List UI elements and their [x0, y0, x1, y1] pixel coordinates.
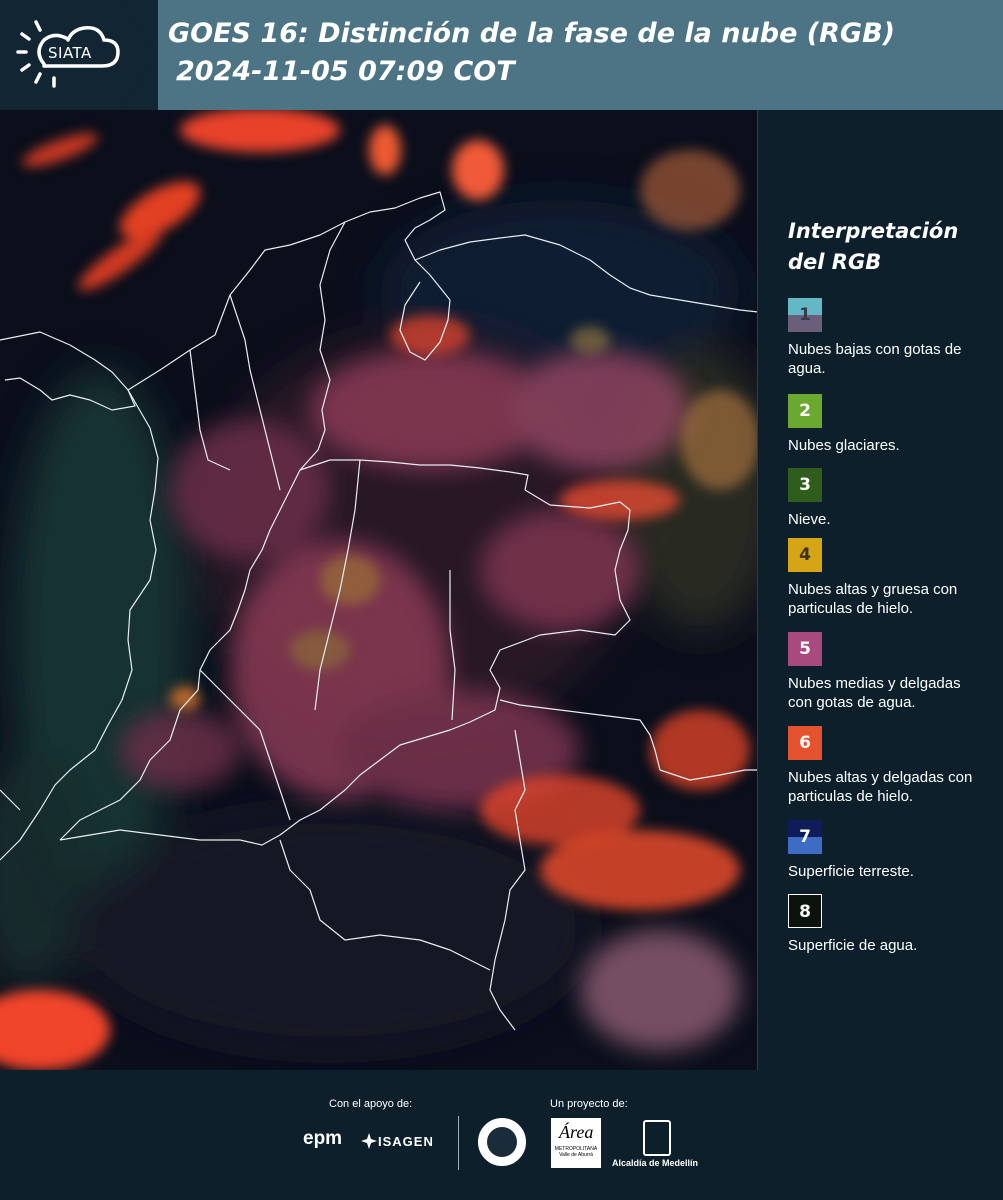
isagen-logo: ISAGEN — [378, 1134, 434, 1149]
legend-title-line1: Interpretación — [788, 219, 959, 243]
legend-swatch-6: 6 — [788, 726, 822, 760]
legend-label-4: Nubes altas y gruesa con particulas de h… — [788, 581, 958, 617]
legend-label-6: Nubes altas y delgadas con particulas de… — [788, 769, 973, 805]
legend-number-4: 4 — [799, 545, 811, 565]
legend-swatch-1: 1 — [788, 298, 822, 332]
area-logo-subtext: METROPOLITANA Valle de Aburrá — [554, 1146, 598, 1158]
legend-item-7: 7 Superficie terreste. — [788, 820, 998, 881]
siata-logo-text: SIATA — [48, 44, 92, 62]
legend-item-1: 1 Nubes bajas con gotas de agua. — [788, 298, 998, 378]
area-logo-text: Área — [559, 1122, 594, 1142]
epm-logo: epm — [303, 1128, 343, 1149]
legend-swatch-8: 8 — [788, 894, 822, 928]
legend-label-2: Nubes glaciares. — [788, 437, 900, 454]
legend-item-2: 2 Nubes glaciares. — [788, 394, 998, 455]
legend-label-3: Nieve. — [788, 511, 831, 528]
page-title: GOES 16: Distinción de la fase de la nub… — [168, 18, 895, 49]
legend-item-5: 5 Nubes medias y delgadas con gotas de a… — [788, 632, 998, 712]
legend-panel: Interpretación del RGB 1 Nubes bajas con… — [758, 110, 1003, 1070]
satellite-rgb-map — [0, 110, 758, 1070]
legend-item-4: 4 Nubes altas y gruesa con particulas de… — [788, 538, 998, 618]
footer-divider — [458, 1116, 459, 1170]
legend-number-3: 3 — [799, 475, 811, 495]
legend-label-7: Superficie terreste. — [788, 863, 914, 880]
legend-swatch-5: 5 — [788, 632, 822, 666]
legend-number-8: 8 — [799, 902, 811, 922]
logo-panel: SIATA — [0, 0, 158, 110]
legend-number-7: 7 — [799, 827, 811, 847]
legend-title-line2: del RGB — [788, 250, 882, 274]
satellite-image — [0, 110, 757, 1070]
footer: Con el apoyo de: Un proyecto de: epm ISA… — [0, 1070, 1003, 1200]
legend-item-8: 8 Superficie de agua. — [788, 894, 998, 955]
legend-item-6: 6 Nubes altas y delgadas con particulas … — [788, 726, 998, 806]
alcaldia-logo-text: Alcaldía de Medellín — [612, 1158, 699, 1168]
legend-item-3: 3 Nieve. — [788, 468, 998, 529]
legend-swatch-3: 3 — [788, 468, 822, 502]
legend-swatch-4: 4 — [788, 538, 822, 572]
logo-chevron — [120, 0, 158, 110]
isagen-star-icon — [361, 1133, 377, 1149]
page-timestamp: 2024-11-05 07:09 COT — [176, 56, 515, 87]
legend-number-1: 1 — [799, 305, 811, 325]
legend-label-8: Superficie de agua. — [788, 937, 918, 954]
legend-number-5: 5 — [799, 639, 811, 659]
siata-seal-icon — [478, 1118, 526, 1166]
alcaldia-shield-icon — [643, 1120, 671, 1156]
legend-label-1: Nubes bajas con gotas de agua. — [788, 341, 962, 377]
legend-number-6: 6 — [799, 733, 811, 753]
legend-number-2: 2 — [799, 401, 811, 421]
legend-swatch-7: 7 — [788, 820, 822, 854]
legend-swatch-2: 2 — [788, 394, 822, 428]
legend-title: Interpretación del RGB — [788, 216, 988, 278]
area-metropolitana-logo: Área METROPOLITANA Valle de Aburrá — [551, 1118, 601, 1168]
project-label: Un proyecto de: — [550, 1098, 628, 1110]
header-bar: SIATA GOES 16: Distinción de la fase de … — [0, 0, 1003, 110]
support-label: Con el apoyo de: — [329, 1098, 413, 1110]
legend-label-5: Nubes medias y delgadas con gotas de agu… — [788, 675, 961, 711]
